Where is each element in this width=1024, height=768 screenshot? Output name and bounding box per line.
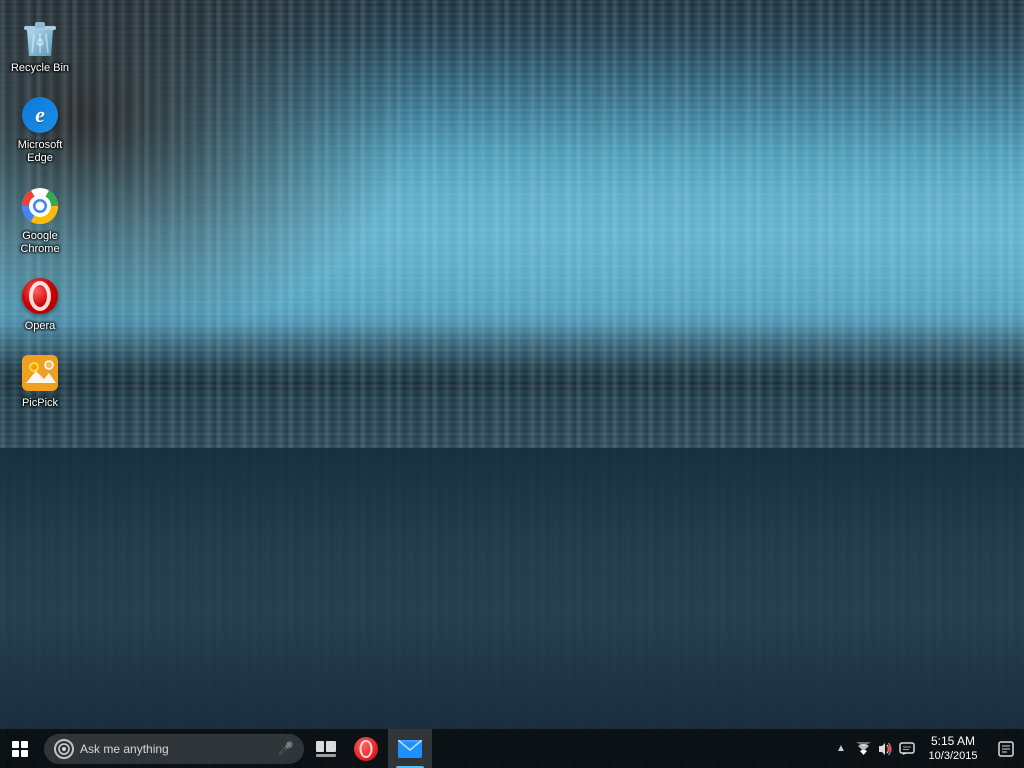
desktop-icons-container: ♻ Recycle Bin e Microsoft Edge — [0, 0, 80, 432]
edge-label: Microsoft Edge — [4, 139, 76, 165]
volume-svg — [877, 742, 893, 756]
system-tray: ▲ — [830, 729, 1024, 768]
notification-svg — [998, 741, 1014, 757]
network-icon[interactable] — [852, 729, 874, 768]
chrome-svg — [22, 188, 58, 224]
taskbar-mail-button[interactable] — [388, 729, 432, 768]
cortana-svg — [58, 743, 70, 755]
recycle-bin-icon[interactable]: ♻ Recycle Bin — [0, 10, 80, 83]
message-icon[interactable] — [896, 729, 918, 768]
picpick-image — [20, 353, 60, 393]
desktop-background — [0, 0, 1024, 768]
taskbar-opera-icon — [354, 737, 378, 761]
recycle-bin-image: ♻ — [20, 18, 60, 58]
clock-time: 5:15 AM — [931, 734, 975, 750]
search-bar[interactable]: Ask me anything 🎤 — [44, 734, 304, 764]
picpick-desktop-icon[interactable]: PicPick — [0, 345, 80, 418]
windows-logo — [12, 741, 28, 757]
opera-label: Opera — [25, 320, 56, 333]
win-square-2 — [21, 741, 28, 748]
chrome-image — [20, 186, 60, 226]
clock-date: 10/3/2015 — [929, 749, 978, 763]
svg-text:♻: ♻ — [36, 38, 45, 49]
search-placeholder-text: Ask me anything — [80, 742, 278, 756]
volume-icon[interactable] — [874, 729, 896, 768]
google-chrome-icon[interactable]: Google Chrome — [0, 178, 80, 264]
pinned-apps — [344, 729, 432, 768]
task-view-button[interactable] — [308, 729, 344, 768]
chrome-label: Google Chrome — [4, 230, 76, 256]
microsoft-edge-icon[interactable]: e Microsoft Edge — [0, 87, 80, 173]
tray-show-hidden-button[interactable]: ▲ — [830, 729, 852, 768]
task-view-icon — [316, 741, 336, 757]
edge-svg: e — [22, 97, 58, 133]
opera-desktop-icon[interactable]: Opera — [0, 268, 80, 341]
recycle-bin-svg: ♻ — [21, 18, 59, 58]
mail-icon — [398, 740, 422, 758]
message-svg — [899, 742, 915, 756]
picpick-svg — [22, 355, 58, 391]
microphone-icon: 🎤 — [278, 741, 294, 757]
picpick-label: PicPick — [22, 397, 58, 410]
taskbar: Ask me anything 🎤 — [0, 728, 1024, 768]
opera-svg — [22, 278, 58, 314]
cortana-icon — [54, 739, 74, 759]
notification-center-button[interactable] — [988, 729, 1024, 768]
win-square-4 — [21, 750, 28, 757]
start-button[interactable] — [0, 729, 40, 768]
taskbar-opera-button[interactable] — [344, 729, 388, 768]
task-view-svg — [316, 741, 336, 757]
desktop: ♻ Recycle Bin e Microsoft Edge — [0, 0, 1024, 768]
opera-image — [20, 276, 60, 316]
edge-image: e — [20, 95, 60, 135]
win-square-3 — [12, 750, 19, 757]
system-clock[interactable]: 5:15 AM 10/3/2015 — [918, 729, 988, 768]
recycle-bin-label: Recycle Bin — [11, 62, 69, 75]
win-square-1 — [12, 741, 19, 748]
network-svg — [856, 742, 871, 755]
